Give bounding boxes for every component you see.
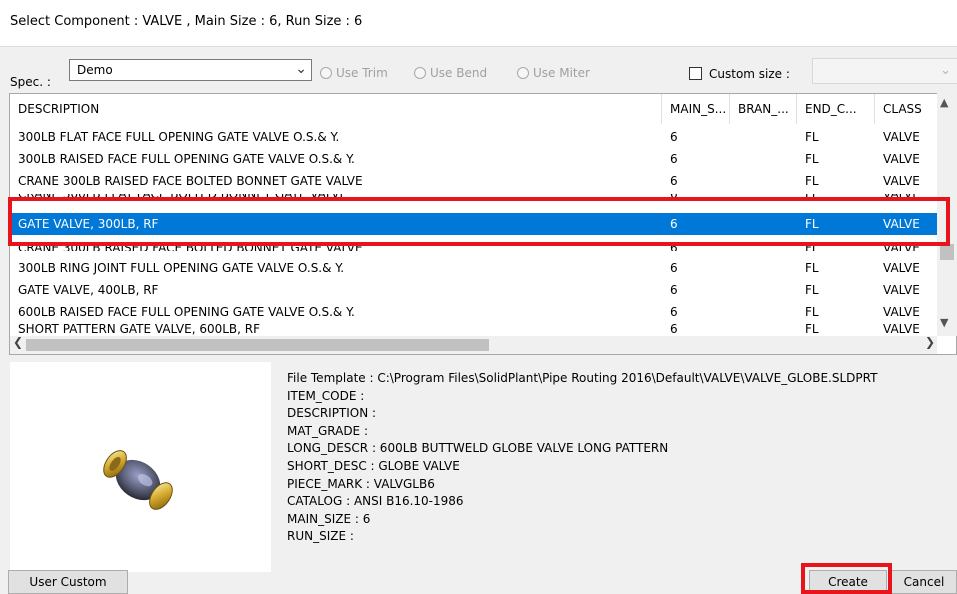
cell-class: VALVE	[883, 261, 920, 275]
custom-size-label: Custom size :	[709, 67, 790, 81]
table-row[interactable]: CRANE 300LB FLAT FACE BOLTED BONNET GATE…	[10, 194, 939, 206]
table-row[interactable]: 600LB RAISED FACE FULL OPENING GATE VALV…	[10, 301, 939, 323]
item-code-text: ITEM_CODE :	[287, 388, 365, 403]
cell-end-connection: FL	[805, 194, 819, 201]
cell-description: 300LB RAISED FACE FULL OPENING GATE VALV…	[18, 152, 355, 166]
cell-description: GATE VALVE, 300LB, RF	[18, 217, 159, 231]
use-trim-radio[interactable]: Use Trim	[320, 66, 388, 80]
table-row[interactable]: CRANE 300LB RAISED FACE BOLTED BONNET GA…	[10, 170, 939, 192]
use-trim-label: Use Trim	[336, 66, 388, 80]
run-size-text: RUN_SIZE :	[287, 529, 354, 544]
cell-class: VALVE	[883, 305, 920, 319]
long-descr-text: LONG_DESCR : 600LB BUTTWELD GLOBE VALVE …	[287, 441, 669, 456]
cell-end-connection: FL	[805, 174, 819, 188]
table-row[interactable]: 300LB FLAT FACE FULL OPENING GATE VALVE …	[10, 126, 939, 148]
chevron-up-icon[interactable]: ▲	[940, 96, 948, 109]
cell-description: 600LB RAISED FACE FULL OPENING GATE VALV…	[18, 305, 355, 319]
cell-description: SHORT PATTERN GATE VALVE, 600LB, RF	[18, 323, 261, 335]
cell-main-size: 6	[670, 261, 678, 275]
cell-main-size: 6	[670, 194, 678, 201]
short-desc-text: SHORT_DESC : GLOBE VALVE	[287, 458, 460, 473]
cell-end-connection: FL	[805, 130, 819, 144]
chevron-right-icon[interactable]: ❯	[925, 335, 935, 349]
cell-description: CRANE 300LB RAISED FACE BOLTED BONNET GA…	[18, 174, 363, 188]
vertical-scroll-thumb[interactable]	[940, 244, 954, 260]
piece-mark-text: PIECE_MARK : VALVGLB6	[287, 476, 435, 491]
cell-main-size: 6	[670, 152, 678, 166]
use-miter-radio[interactable]: Use Miter	[517, 66, 590, 80]
column-header-end-connection[interactable]: END_C...	[797, 94, 875, 124]
globe-valve-3d-icon	[103, 450, 173, 510]
column-header-main-size[interactable]: MAIN_S...	[662, 94, 730, 124]
cell-end-connection: FL	[805, 323, 819, 335]
cell-end-connection: FL	[805, 305, 819, 319]
cell-main-size: 6	[670, 305, 678, 319]
cell-description: CRANE 300LB FLAT FACE BOLTED BONNET GATE…	[18, 194, 348, 201]
table-row[interactable]: CRANE 300LB RAISED FACE BOLTED BONNET GA…	[10, 239, 939, 251]
cell-class: VALVE	[883, 323, 920, 335]
cancel-button[interactable]: Cancel	[891, 570, 957, 594]
radio-circle-icon	[320, 67, 332, 79]
custom-size-checkbox[interactable]	[689, 67, 702, 80]
cell-class: VALVE	[883, 194, 920, 201]
cell-class: VALVE	[883, 217, 920, 231]
component-preview	[10, 362, 271, 572]
cell-class: VALVE	[883, 130, 920, 144]
cell-end-connection: FL	[805, 217, 819, 231]
main-size-text: MAIN_SIZE : 6	[287, 511, 371, 526]
chevron-left-icon[interactable]: ❮	[13, 335, 23, 349]
radio-circle-icon	[414, 67, 426, 79]
catalog-text: CATALOG : ANSI B16.10-1986	[287, 494, 464, 509]
mat-grade-text: MAT_GRADE :	[287, 423, 368, 438]
cell-class: VALVE	[883, 152, 920, 166]
chevron-down-icon: ⌄	[295, 61, 307, 77]
spec-select[interactable]: Demo ⌄	[69, 59, 312, 81]
use-miter-label: Use Miter	[533, 66, 590, 80]
cell-class: VALVE	[883, 241, 920, 251]
column-header-class[interactable]: CLASS	[875, 94, 945, 124]
cell-main-size: 6	[670, 323, 678, 335]
cell-description: 300LB RING JOINT FULL OPENING GATE VALVE…	[18, 261, 345, 275]
file-template-text: File Template : C:\Program Files\SolidPl…	[287, 371, 878, 385]
cell-description: 300LB FLAT FACE FULL OPENING GATE VALVE …	[18, 130, 340, 144]
description-text: DESCRIPTION :	[287, 406, 377, 421]
cell-end-connection: FL	[805, 283, 819, 297]
table-row[interactable]: 300LB RING JOINT FULL OPENING GATE VALVE…	[10, 257, 939, 279]
cell-description: GATE VALVE, 400LB, RF	[18, 283, 159, 297]
component-details: File Template : C:\Program Files\SolidPl…	[287, 370, 877, 546]
chevron-down-icon: ⌄	[940, 63, 951, 78]
radio-circle-icon	[517, 67, 529, 79]
cell-main-size: 6	[670, 283, 678, 297]
column-header-description[interactable]: DESCRIPTION	[10, 94, 662, 124]
cell-main-size: 6	[670, 174, 678, 188]
component-table: DESCRIPTION MAIN_S... BRAN_... END_C... …	[9, 93, 957, 355]
chevron-down-icon[interactable]: ▼	[940, 316, 948, 329]
spec-label: Spec. :	[10, 75, 51, 89]
table-row[interactable]: GATE VALVE, 400LB, RF 6 FL VALVE	[10, 279, 939, 301]
create-button[interactable]: Create	[809, 570, 887, 594]
user-custom-button[interactable]: User Custom	[8, 570, 128, 594]
use-bend-label: Use Bend	[430, 66, 488, 80]
cell-description: CRANE 300LB RAISED FACE BOLTED BONNET GA…	[18, 241, 363, 251]
custom-size-select[interactable]: ⌄	[812, 58, 957, 84]
use-bend-radio[interactable]: Use Bend	[414, 66, 487, 80]
window-title: Select Component : VALVE , Main Size : 6…	[10, 14, 363, 29]
cell-end-connection: FL	[805, 152, 819, 166]
table-row-selected[interactable]: GATE VALVE, 300LB, RF 6 FL VALVE	[10, 213, 939, 235]
table-row[interactable]: SHORT PATTERN GATE VALVE, 600LB, RF 6 FL…	[10, 323, 939, 335]
cell-main-size: 6	[670, 241, 678, 251]
cell-class: VALVE	[883, 174, 920, 188]
cell-main-size: 6	[670, 217, 678, 231]
cell-class: VALVE	[883, 283, 920, 297]
cell-end-connection: FL	[805, 241, 819, 251]
horizontal-scroll-thumb[interactable]	[26, 339, 489, 351]
column-header-branch-size[interactable]: BRAN_...	[730, 94, 797, 124]
cell-end-connection: FL	[805, 261, 819, 275]
cell-main-size: 6	[670, 130, 678, 144]
vertical-scrollbar[interactable]	[937, 93, 957, 336]
title-bar: Select Component : VALVE , Main Size : 6…	[0, 0, 957, 47]
spec-select-value: Demo	[77, 63, 113, 77]
table-row[interactable]: 300LB RAISED FACE FULL OPENING GATE VALV…	[10, 148, 939, 170]
